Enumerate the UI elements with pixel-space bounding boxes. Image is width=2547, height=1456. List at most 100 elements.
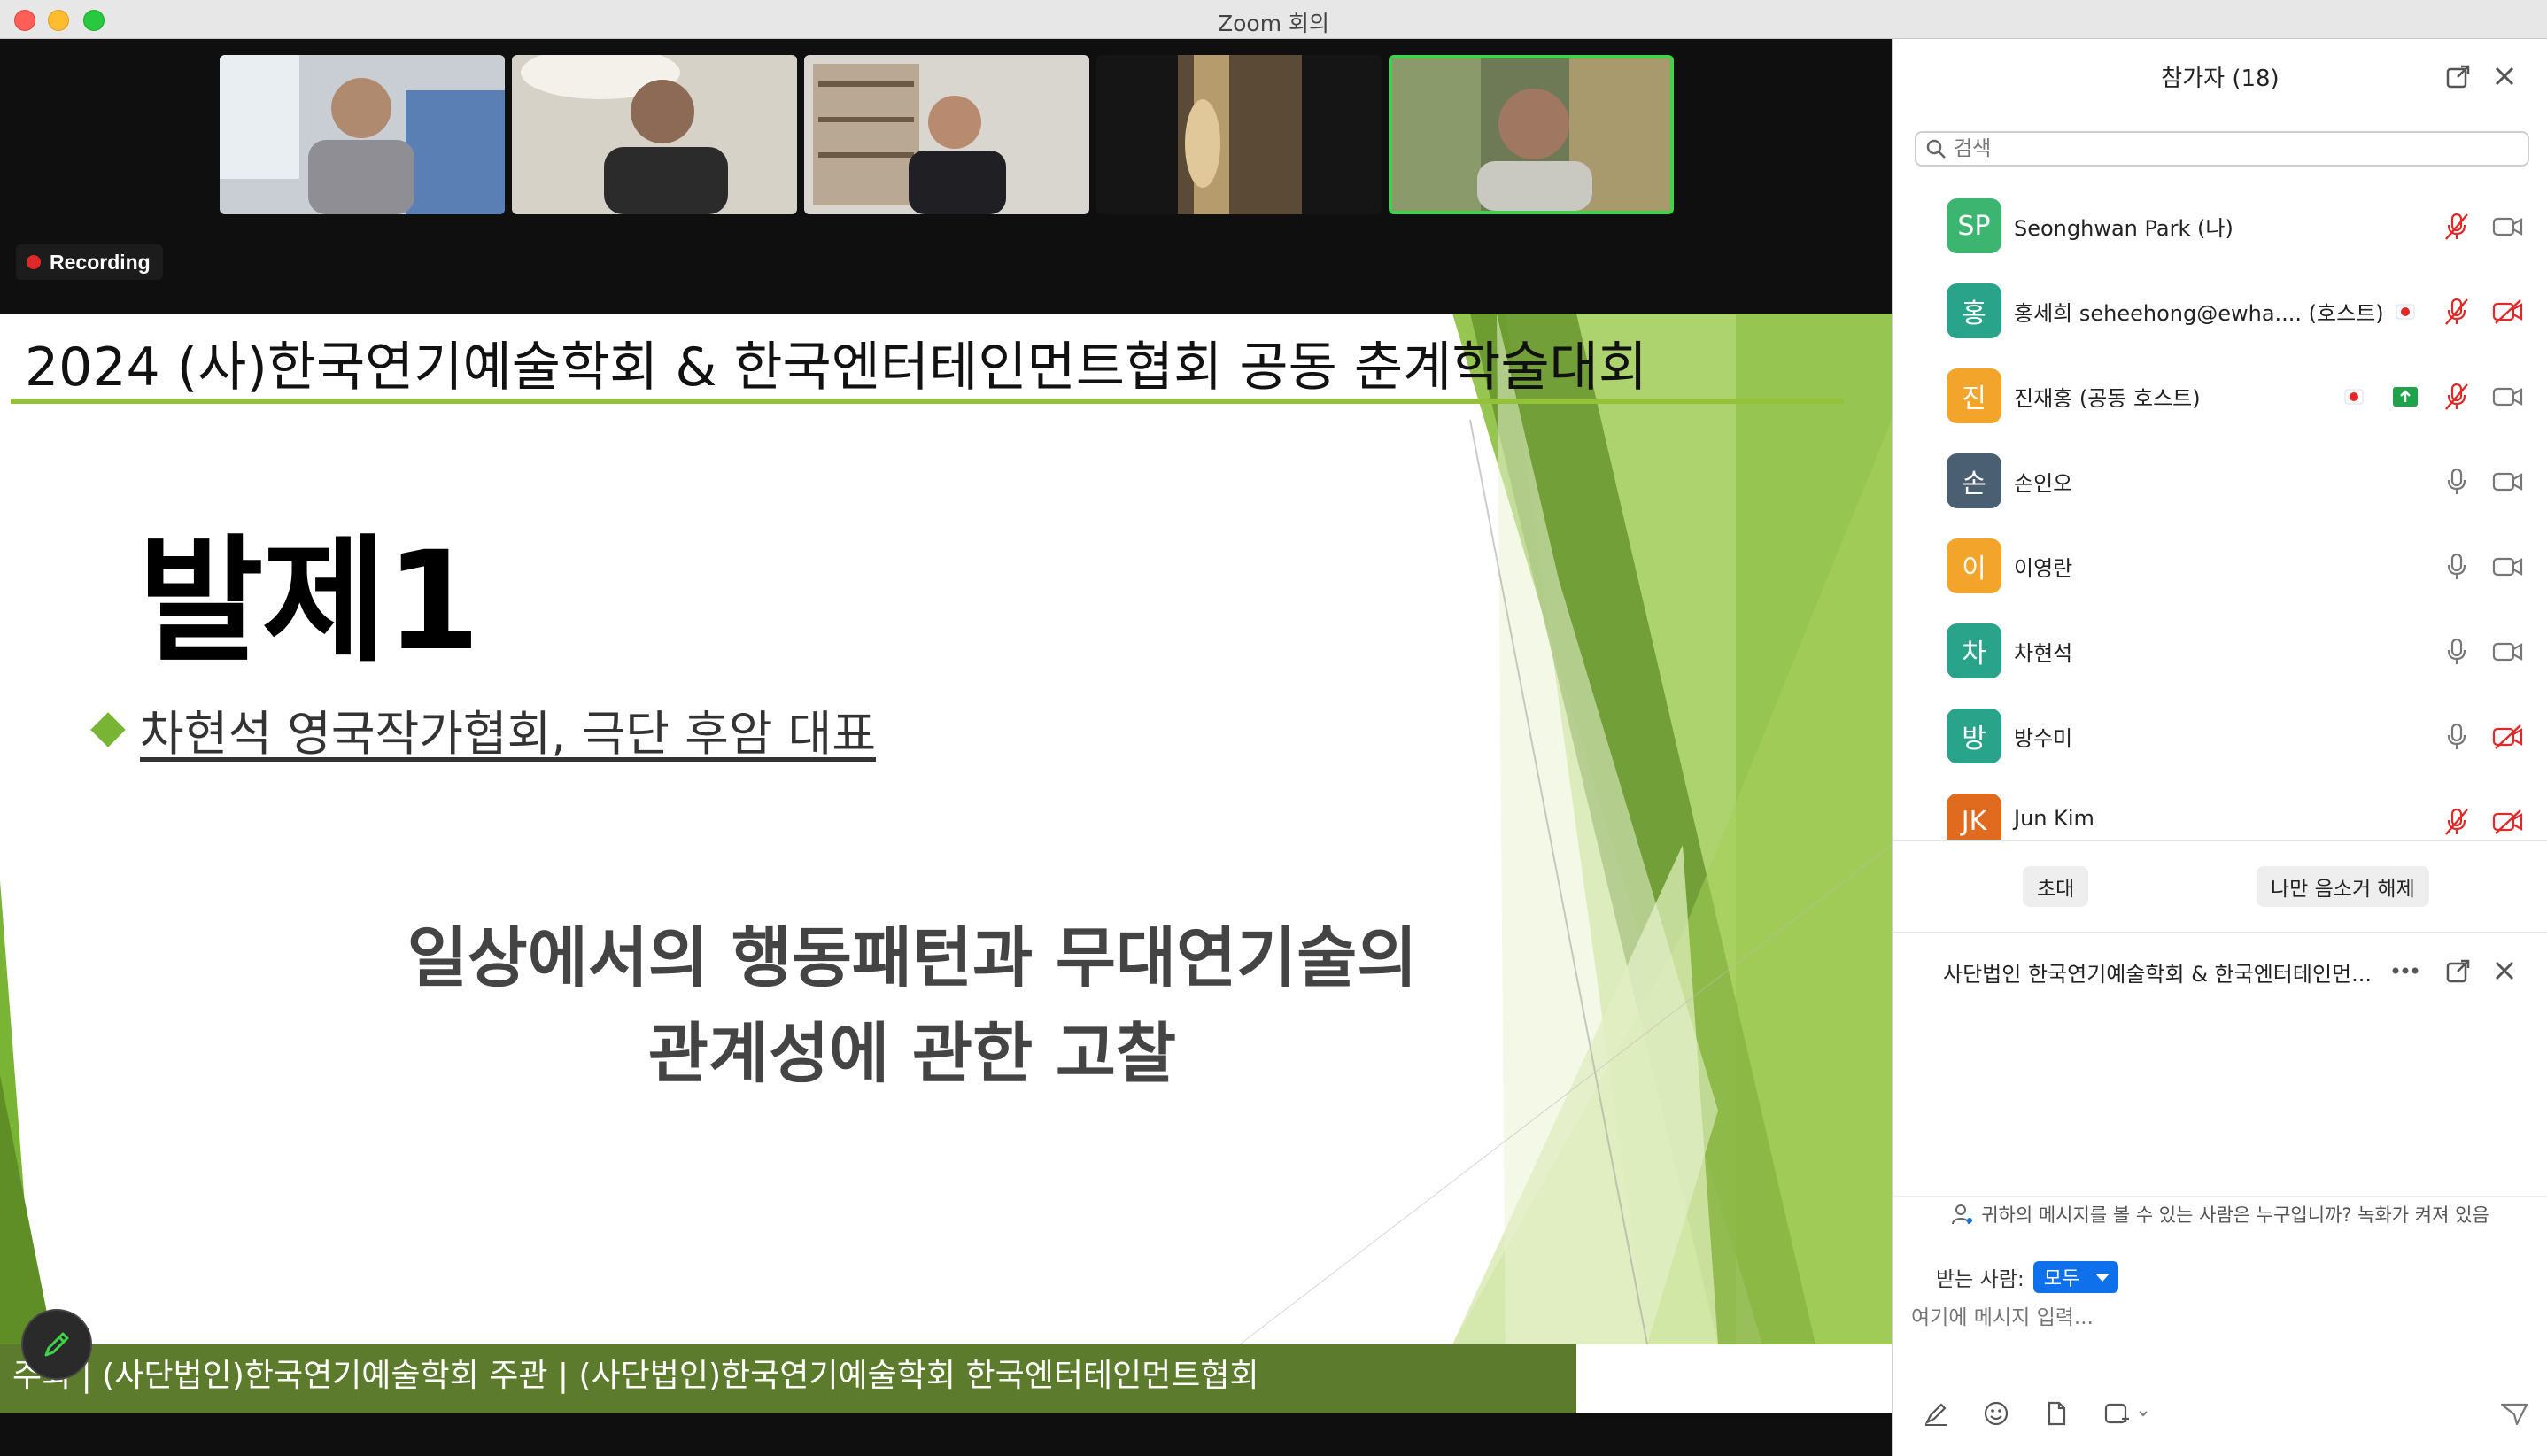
- screenshot-icon[interactable]: [2102, 1399, 2150, 1428]
- video-camera-icon[interactable]: [2490, 549, 2526, 585]
- microphone-icon[interactable]: [2439, 719, 2474, 755]
- video-camera-icon[interactable]: [2490, 634, 2526, 670]
- chat-messages-area[interactable]: [1893, 1004, 2547, 1196]
- microphone-icon[interactable]: [2439, 464, 2474, 500]
- avatar: 진: [1947, 368, 2001, 423]
- slide-presenter: 차현석 영국작가협회, 극단 후암 대표: [90, 694, 877, 764]
- invite-button[interactable]: 초대: [2023, 866, 2089, 907]
- title-bar: Zoom 회의: [0, 0, 2547, 39]
- slide-footer-text: 주최 | (사단법인)한국연기예술학회 주관 | (사단법인)한국연기예술학회 …: [12, 1358, 1259, 1394]
- participant-video-tile[interactable]: [220, 55, 505, 214]
- avatar: 이: [1947, 538, 2001, 593]
- file-attach-icon[interactable]: [2042, 1399, 2071, 1428]
- video-camera-icon[interactable]: [2490, 209, 2526, 244]
- recording-label: Recording: [50, 250, 151, 274]
- chat-visibility-notice[interactable]: 귀하의 메시지를 볼 수 있는 사람은 누구입니까? 녹화가 켜져 있음: [1893, 1196, 2547, 1231]
- participant-video-tile[interactable]: [1096, 55, 1382, 214]
- participant-search[interactable]: [1915, 131, 2529, 167]
- participant-status-icons: [2439, 549, 2526, 585]
- participant-row[interactable]: 이 이영란: [1893, 526, 2547, 611]
- participant-row[interactable]: 진 진재홍 (공동 호스트): [1893, 356, 2547, 441]
- popout-chat-icon[interactable]: [2442, 955, 2474, 987]
- participant-row[interactable]: 홍 홍세희 seheehong@ewha.... (호스트): [1893, 271, 2547, 356]
- shared-screen-slide: 2024 (사)한국연기예술학회 & 한국엔터테인먼트협회 공동 춘계학술대회 …: [0, 314, 1892, 1413]
- video-frame-icon: [804, 55, 1089, 214]
- paper-title-line-1: 일상에서의 행동패턴과 무대연기술의: [406, 920, 1418, 996]
- side-panel: 참가자 (18) SPSeonghwan Park (나)홍홍세희 seheeh…: [1892, 39, 2547, 1456]
- participant-name: 진재홍 (공동 호스트): [2014, 386, 2201, 411]
- microphone-muted-icon[interactable]: [2439, 209, 2474, 244]
- participant-row[interactable]: 손 손인오: [1893, 441, 2547, 526]
- send-to-row: 받는 사람: 모두: [1936, 1261, 2119, 1293]
- society-logo: KOSAS 사단법인 한국연기예술학회: [1621, 1348, 1886, 1413]
- slide-paper-title: 일상에서의 행동패턴과 무대연기술의 관계성에 관한 고찰: [230, 910, 1594, 1102]
- video-frame-icon: [1096, 55, 1382, 214]
- close-chat-icon[interactable]: [2489, 955, 2520, 987]
- video-camera-icon[interactable]: [2490, 464, 2526, 500]
- close-participants-icon[interactable]: [2489, 60, 2520, 92]
- meeting-main-area: › Recording 2024 (사)한국연기예술학회 & 한국엔터테인먼트협…: [0, 39, 1927, 1456]
- video-camera-off-icon[interactable]: [2490, 719, 2526, 755]
- participant-list: SP Seonghwan Park (나) 홍 홍세희 seheehong@ewha.…: [1893, 186, 2547, 840]
- annotate-pencil-button[interactable]: [21, 1309, 92, 1380]
- participant-row[interactable]: SP Seonghwan Park (나): [1893, 186, 2547, 271]
- share-screen-icon: [2388, 379, 2423, 414]
- participant-status-icons: [2439, 209, 2526, 244]
- participant-name: Jun Kim: [2014, 806, 2094, 831]
- person-visibility-icon: [1952, 1204, 1973, 1225]
- participant-row[interactable]: JK Jun Kim: [1893, 781, 2547, 840]
- avatar: SP: [1947, 198, 2001, 253]
- chat-notice-text: 귀하의 메시지를 볼 수 있는 사람은 누구입니까? 녹화가 켜져 있음: [1981, 1204, 2489, 1226]
- presenter-text: 차현석 영국작가협회, 극단 후암 대표: [140, 706, 877, 762]
- diamond-bullet-icon: [90, 711, 126, 747]
- participant-row[interactable]: 차 차현석: [1893, 611, 2547, 696]
- pencil-icon: [44, 1332, 69, 1357]
- paper-title-line-2: 관계성에 관한 고찰: [647, 1016, 1177, 1092]
- microphone-icon[interactable]: [2439, 549, 2474, 585]
- logo-mark: KOSAS: [1631, 1357, 1707, 1382]
- slide-topic-title: 발제1: [138, 523, 481, 681]
- caret-down-icon: [2095, 1273, 2110, 1282]
- chat-toolbar: [1922, 1399, 2150, 1428]
- search-input[interactable]: [1954, 137, 2485, 160]
- participant-name: 홍세희 seheehong@ewha.... (호스트): [2014, 301, 2384, 326]
- recording-indicator-icon: [2388, 294, 2423, 329]
- avatar: JK: [1947, 794, 2001, 840]
- send-to-select[interactable]: 모두: [2032, 1261, 2119, 1293]
- participant-status-icons: [2439, 634, 2526, 670]
- send-icon[interactable]: [2499, 1399, 2529, 1428]
- chat-header: 사단법인 한국연기예술학회 & 한국엔터테인먼...: [1893, 932, 2547, 1004]
- microphone-muted-icon[interactable]: [2439, 804, 2474, 840]
- recording-dot-icon: [27, 255, 41, 269]
- video-camera-off-icon[interactable]: [2490, 294, 2526, 329]
- video-frame-icon: [512, 55, 797, 214]
- participant-video-tile[interactable]: [804, 55, 1089, 214]
- participant-video-tile-active-speaker[interactable]: [1389, 55, 1674, 214]
- unmute-me-button[interactable]: 나만 음소거 해제: [2257, 866, 2429, 907]
- format-text-icon[interactable]: [1922, 1399, 1950, 1428]
- emoji-icon[interactable]: [1982, 1399, 2010, 1428]
- video-frame-icon: [220, 55, 505, 214]
- popout-participants-icon[interactable]: [2442, 60, 2474, 92]
- avatar: 차: [1947, 623, 2001, 678]
- slide-header-divider: [11, 399, 1844, 404]
- video-frame-icon: [1392, 58, 1670, 211]
- microphone-muted-icon[interactable]: [2439, 294, 2474, 329]
- video-camera-icon[interactable]: [2490, 379, 2526, 414]
- participant-name: 방수미: [2014, 726, 2073, 751]
- participant-status-icons: [2439, 464, 2526, 500]
- participant-status-icons: [2439, 804, 2526, 840]
- participant-row[interactable]: 방 방수미: [1893, 696, 2547, 781]
- chat-message-input[interactable]: [1911, 1300, 2531, 1336]
- participant-actions-bar: 초대 나만 음소거 해제: [1893, 840, 2547, 919]
- chat-more-icon[interactable]: [2389, 955, 2421, 987]
- participant-name: 이영란: [2014, 556, 2073, 581]
- participant-video-tile[interactable]: [512, 55, 797, 214]
- avatar: 손: [1947, 453, 2001, 508]
- microphone-icon[interactable]: [2439, 634, 2474, 670]
- microphone-muted-icon[interactable]: [2439, 379, 2474, 414]
- participant-name: 차현석: [2014, 641, 2073, 666]
- chat-title: 사단법인 한국연기예술학회 & 한국엔터테인먼...: [1943, 962, 2373, 987]
- send-to-label: 받는 사람:: [1936, 1268, 2024, 1291]
- video-camera-off-icon[interactable]: [2490, 804, 2526, 840]
